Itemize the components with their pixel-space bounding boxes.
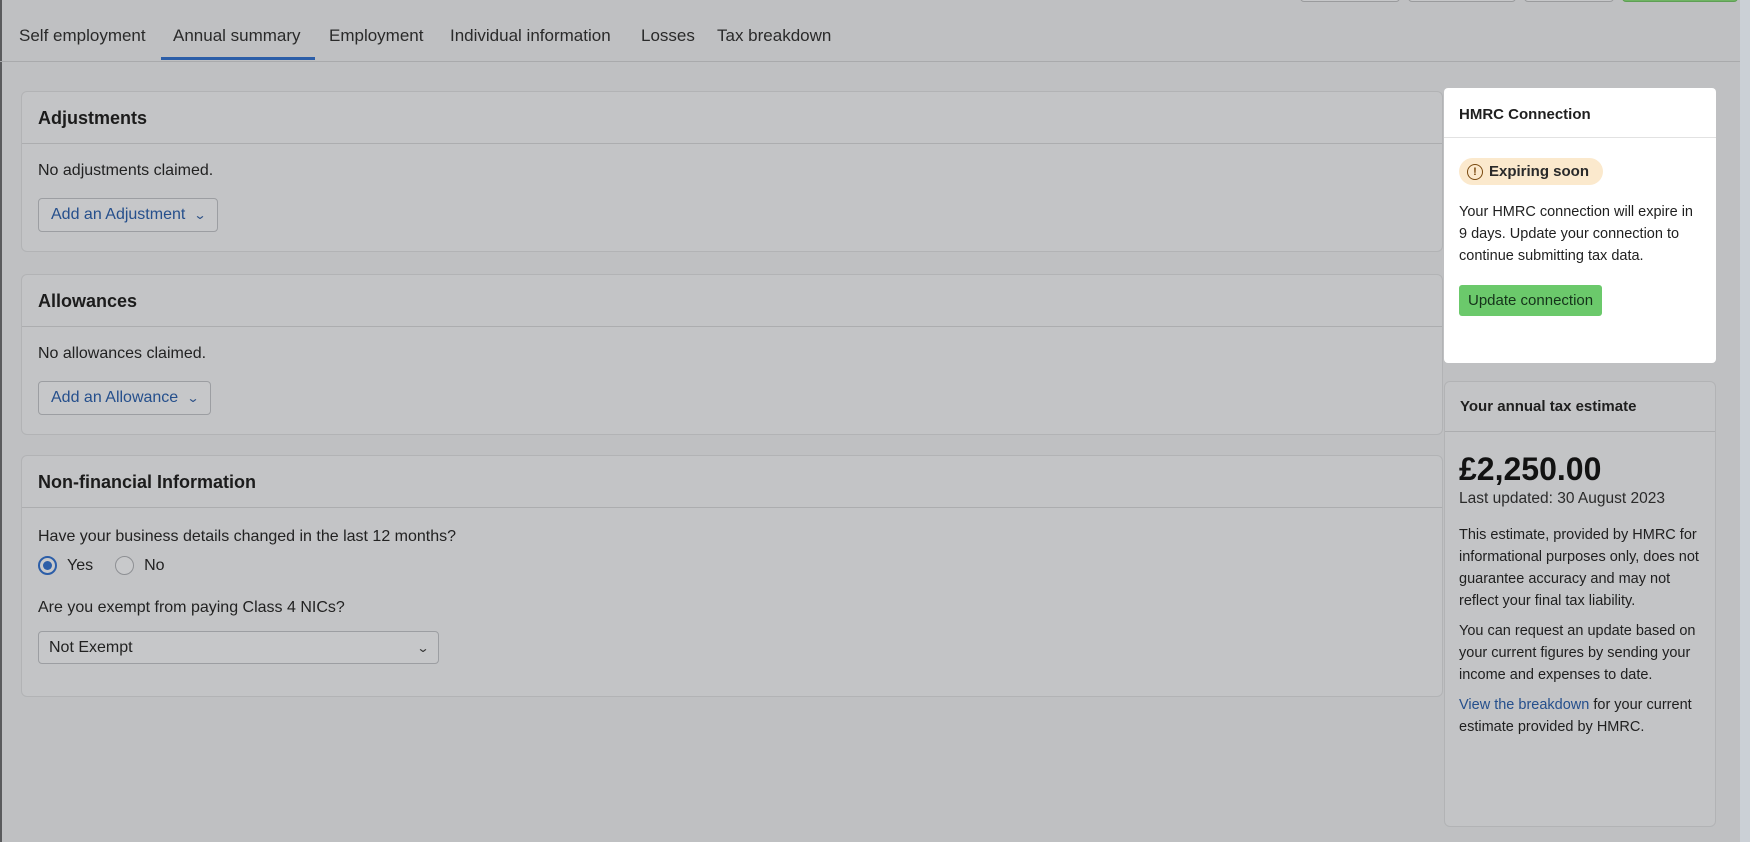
window-left-edge [0, 0, 2, 842]
tab-bar: Self employment Annual summary Employmen… [0, 0, 1750, 62]
view-breakdown-link[interactable]: View the breakdown [1459, 697, 1589, 713]
tax-estimate-title: Your annual tax estimate [1445, 382, 1715, 432]
class4-exempt-question: Are you exempt from paying Class 4 NICs? [38, 599, 345, 616]
tab-self-employment[interactable]: Self employment [19, 26, 146, 46]
radio-no-label: No [144, 556, 165, 574]
tax-estimate-request-text: You can request an update based on your … [1459, 623, 1696, 683]
radio-button-unselected[interactable] [115, 556, 135, 575]
allowances-title: Allowances [22, 275, 1442, 327]
tab-individual-information[interactable]: Individual information [450, 26, 611, 46]
business-changed-radio-group: Yes No [38, 556, 1426, 575]
radio-button-selected[interactable] [38, 556, 57, 575]
radio-no[interactable]: No [115, 556, 165, 575]
chevron-down-icon: ⌄ [193, 208, 207, 222]
class4-exempt-value: Not Exempt [49, 638, 133, 656]
tab-employment[interactable]: Employment [329, 26, 423, 46]
radio-yes[interactable]: Yes [38, 556, 93, 575]
expiring-soon-badge: ! Expiring soon [1459, 158, 1604, 185]
tax-estimate-disclaimer: This estimate, provided by HMRC for info… [1459, 527, 1699, 609]
radio-yes-label: Yes [67, 556, 94, 574]
chevron-down-icon: ⌄ [416, 640, 430, 655]
add-adjustment-button[interactable]: Add an Adjustment ⌄ [38, 198, 219, 232]
business-changed-question: Have your business details changed in th… [38, 528, 457, 545]
expiring-soon-label: Expiring soon [1489, 163, 1590, 180]
add-allowance-label: Add an Allowance [51, 389, 179, 406]
add-allowance-button[interactable]: Add an Allowance ⌄ [38, 381, 212, 415]
tax-estimate-amount: £2,250.00 [1459, 451, 1602, 487]
tab-annual-summary[interactable]: Annual summary [161, 26, 315, 60]
non-financial-title: Non-financial Information [22, 456, 1442, 508]
non-financial-card: Non-financial Information Have your busi… [21, 455, 1443, 697]
adjustments-empty-text: No adjustments claimed. [38, 162, 214, 179]
warning-circle-icon: ! [1467, 163, 1483, 180]
hmrc-connection-message: Your HMRC connection will expire in 9 da… [1459, 204, 1693, 264]
allowances-card: Allowances No allowances claimed. Add an… [21, 274, 1443, 435]
add-adjustment-label: Add an Adjustment [51, 206, 186, 223]
update-connection-button[interactable]: Update connection [1459, 285, 1603, 316]
tax-estimate-card: Your annual tax estimate £2,250.00 Last … [1444, 381, 1716, 827]
tax-estimate-breakdown-text: View the breakdown for your current esti… [1459, 694, 1701, 738]
allowances-empty-text: No allowances claimed. [38, 345, 207, 362]
adjustments-title: Adjustments [22, 92, 1442, 144]
class4-exempt-select[interactable]: Not Exempt ⌄ [38, 631, 439, 664]
window-right-edge [1740, 0, 1750, 842]
chevron-down-icon: ⌄ [186, 391, 200, 405]
hmrc-connection-card: HMRC Connection ! Expiring soon Your HMR… [1444, 88, 1716, 363]
tax-estimate-last-updated: Last updated: 30 August 2023 [1459, 490, 1665, 507]
adjustments-card: Adjustments No adjustments claimed. Add … [21, 91, 1443, 252]
tab-losses[interactable]: Losses [641, 26, 695, 46]
tab-tax-breakdown[interactable]: Tax breakdown [717, 26, 831, 46]
hmrc-connection-title: HMRC Connection [1444, 88, 1716, 138]
